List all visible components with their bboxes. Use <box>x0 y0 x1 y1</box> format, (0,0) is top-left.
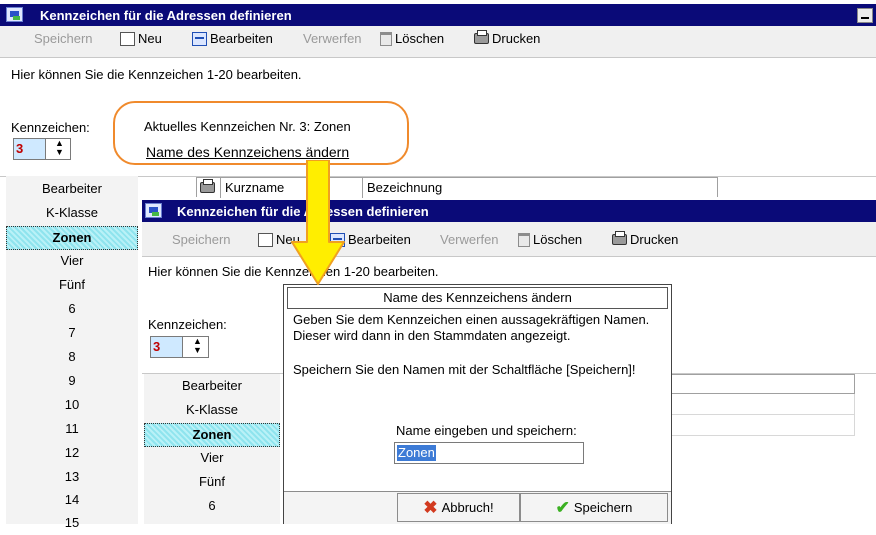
new-button[interactable]: Neu <box>120 31 162 46</box>
front-grid-row <box>662 394 855 436</box>
back-sidebar-item[interactable]: 13 <box>6 465 138 489</box>
dialog-titlebar: Name des Kennzeichens ändern <box>287 287 668 309</box>
back-sidebar: Bearbeiter K-Klasse Zonen Vier Fünf 6 7 … <box>6 176 138 530</box>
dialog-save-button[interactable]: ✔ Speichern <box>520 493 668 522</box>
dialog-line-3: Speichern Sie den Namen mit der Schaltfl… <box>293 362 636 377</box>
dialog-button-bar: ✖ Abbruch! ✔ Speichern <box>284 491 671 524</box>
edit-label: Bearbeiten <box>210 31 273 46</box>
back-sidebar-item[interactable]: 15 <box>6 511 138 535</box>
front-print-icon <box>612 231 627 245</box>
front-print-button[interactable]: Drucken <box>612 231 679 247</box>
down-arrow-icon <box>291 160 345 285</box>
back-sidebar-item[interactable]: 8 <box>6 345 138 369</box>
minimize-icon[interactable] <box>857 8 873 23</box>
current-kennzeichen-text: Aktuelles Kennzeichen Nr. 3: Zonen <box>144 119 351 134</box>
front-print-label: Drucken <box>630 232 679 247</box>
dialog-save-label: Speichern <box>573 500 633 515</box>
dialog-input-label: Name eingeben und speichern: <box>396 423 577 438</box>
cancel-label: Abbruch! <box>441 500 494 515</box>
new-icon <box>120 32 135 46</box>
dialog-title: Name des Kennzeichens ändern <box>383 290 572 305</box>
info-text: Hier können Sie die Kennzeichen 1-20 bea… <box>11 67 302 82</box>
back-info-panel: Hier können Sie die Kennzeichen 1-20 bea… <box>0 58 876 177</box>
app-icon <box>6 7 23 22</box>
new-label: Neu <box>138 31 162 46</box>
edit-button[interactable]: Bearbeiten <box>192 31 273 46</box>
kennzeichen-label: Kennzeichen: <box>11 120 90 135</box>
kennzeichen-spinner[interactable]: 3 ▲ ▼ <box>13 138 71 160</box>
grid-print-cell[interactable] <box>197 178 221 198</box>
front-delete-button[interactable]: Löschen <box>518 232 582 247</box>
discard-button[interactable]: Verwerfen <box>303 31 362 46</box>
back-sidebar-item[interactable]: 11 <box>6 417 138 441</box>
cancel-x-icon: ✖ <box>423 498 438 517</box>
front-delete-label: Löschen <box>533 232 583 247</box>
back-sidebar-item-selected[interactable]: Zonen <box>6 226 138 250</box>
back-sidebar-item[interactable]: 10 <box>6 393 138 417</box>
front-spin-arrows-icon[interactable]: ▲ ▼ <box>187 337 208 357</box>
edit-icon <box>192 32 207 46</box>
back-window-titlebar: Kennzeichen für die Adressen definieren <box>0 4 876 26</box>
rename-link[interactable]: Name des Kennzeichens ändern <box>146 144 349 160</box>
front-window-titlebar: Kennzeichen für die Adressen definieren <box>142 200 876 222</box>
back-sidebar-item[interactable]: 14 <box>6 488 138 512</box>
delete-icon <box>380 32 392 46</box>
kennzeichen-value: 3 <box>14 139 46 159</box>
dialog-line-1: Geben Sie dem Kennzeichen einen aussagek… <box>293 312 650 327</box>
front-app-icon <box>145 203 162 218</box>
back-window-title: Kennzeichen für die Adressen definieren <box>40 8 292 23</box>
back-sidebar-item[interactable]: 7 <box>6 321 138 345</box>
front-sidebar-item[interactable]: 6 <box>144 494 280 518</box>
front-sidebar: Bearbeiter K-Klasse Zonen Vier Fünf 6 <box>144 374 280 524</box>
front-edit-label: Bearbeiten <box>348 232 411 247</box>
name-input[interactable]: Zonen <box>394 442 584 464</box>
back-sidebar-item[interactable]: 9 <box>6 369 138 393</box>
back-sidebar-item[interactable]: Fünf <box>6 273 138 297</box>
back-sidebar-item[interactable]: 6 <box>6 297 138 321</box>
grid-print-icon <box>200 179 215 193</box>
front-discard-button[interactable]: Verwerfen <box>440 232 499 247</box>
cancel-button[interactable]: ✖ Abbruch! <box>397 493 520 522</box>
back-toolbar: Speichern Neu Bearbeiten Verwerfen Lösch… <box>0 26 876 58</box>
front-new-icon <box>258 233 273 247</box>
back-grid-header: Kurzname Bezeichnung <box>196 177 718 198</box>
save-button[interactable]: Speichern <box>34 31 93 46</box>
delete-button[interactable]: Löschen <box>380 31 444 46</box>
front-sidebar-item[interactable]: K-Klasse <box>144 398 280 422</box>
front-kennzeichen-value: 3 <box>151 337 183 357</box>
name-input-value: Zonen <box>397 445 436 461</box>
front-toolbar: Speichern Neu Bearbeiten Verwerfen Lösch… <box>142 222 876 257</box>
back-sidebar-item[interactable]: 12 <box>6 441 138 465</box>
back-sidebar-item[interactable]: Bearbeiter <box>6 177 138 201</box>
front-delete-icon <box>518 233 530 247</box>
back-sidebar-item[interactable]: Vier <box>6 249 138 273</box>
save-check-icon: ✔ <box>555 498 570 517</box>
delete-label: Löschen <box>395 31 445 46</box>
spin-arrows-icon[interactable]: ▲ ▼ <box>49 139 70 159</box>
front-sidebar-item-selected[interactable]: Zonen <box>144 423 280 447</box>
front-sidebar-item[interactable]: Bearbeiter <box>144 374 280 398</box>
print-icon <box>474 30 489 44</box>
front-kennzeichen-label: Kennzeichen: <box>148 317 227 332</box>
front-kennzeichen-spinner[interactable]: 3 ▲ ▼ <box>150 336 209 358</box>
front-sidebar-item[interactable]: Fünf <box>144 470 280 494</box>
front-grid-header <box>662 374 855 394</box>
front-save-button[interactable]: Speichern <box>172 232 231 247</box>
dialog-line-2: Dieser wird dann in den Stammdaten angez… <box>293 328 571 343</box>
header-bezeichnung[interactable]: Bezeichnung <box>363 178 717 198</box>
front-sidebar-item[interactable]: Vier <box>144 446 280 470</box>
print-button[interactable]: Drucken <box>474 30 541 46</box>
print-label: Drucken <box>492 31 541 46</box>
back-sidebar-item[interactable]: K-Klasse <box>6 201 138 225</box>
rename-dialog: Name des Kennzeichens ändern Geben Sie d… <box>283 284 672 524</box>
